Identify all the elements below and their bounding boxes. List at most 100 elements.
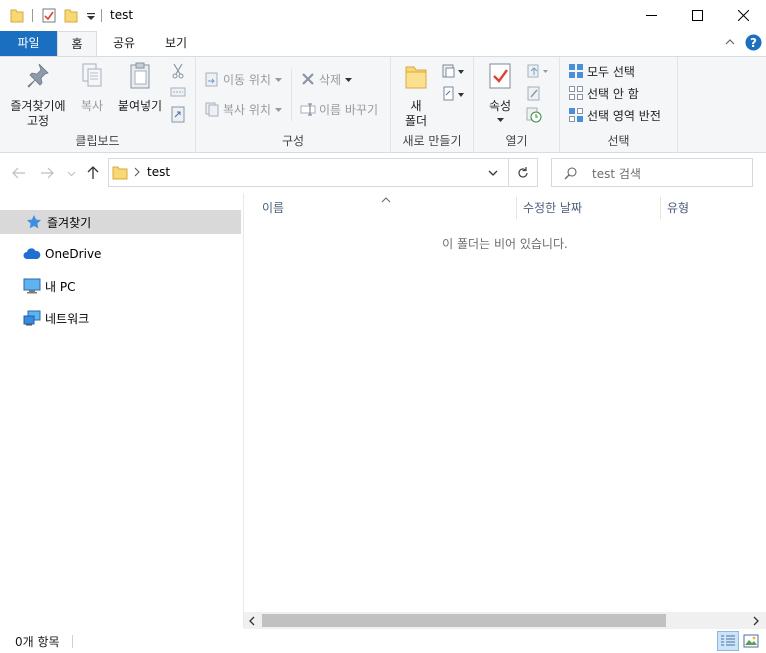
tab-view[interactable]: 보기 — [152, 31, 200, 56]
up-button[interactable] — [84, 163, 102, 183]
back-button[interactable] — [10, 163, 28, 183]
delete-button[interactable]: 삭제 — [300, 69, 356, 89]
folder-icon — [112, 164, 128, 183]
easy-access-icon[interactable] — [441, 85, 467, 106]
nav-item-label: OneDrive — [45, 247, 102, 261]
search-placeholder: test 검색 — [592, 167, 641, 181]
select-group-label: 선택 — [607, 134, 630, 148]
new-folder-icon[interactable] — [64, 7, 78, 23]
collapse-ribbon-icon[interactable] — [724, 36, 736, 51]
history-icon[interactable] — [526, 107, 542, 126]
horizontal-scrollbar[interactable] — [244, 612, 766, 629]
select-all-button[interactable]: 모두 선택 — [568, 61, 635, 81]
details-view-button[interactable] — [717, 631, 739, 651]
delete-label: 삭제 — [319, 72, 342, 87]
new-folder-button[interactable]: 새 폴더 — [399, 61, 433, 129]
breadcrumb-separator-icon[interactable] — [133, 166, 141, 180]
column-header-name[interactable]: 이름 — [262, 199, 284, 216]
maximize-icon — [691, 10, 703, 21]
edit-icon[interactable] — [526, 85, 542, 104]
select-all-icon — [569, 64, 583, 78]
copy-to-label: 복사 위치 — [223, 102, 271, 117]
address-row: test test 검색 — [0, 153, 766, 193]
ribbon-tabs: 파일 홈 공유 보기 ? — [0, 31, 766, 57]
monitor-icon — [22, 278, 42, 294]
move-to-button[interactable]: 이동 위치 — [204, 69, 286, 89]
chevron-down-icon — [345, 77, 353, 82]
open-icon[interactable] — [526, 63, 550, 82]
move-to-label: 이동 위치 — [223, 72, 271, 87]
organize-group-label: 구성 — [281, 134, 305, 148]
customize-dropdown-icon[interactable] — [84, 7, 98, 23]
properties-check-icon[interactable] — [42, 7, 56, 23]
nav-item-quick-access[interactable]: 즐겨찾기 — [0, 210, 241, 234]
properties-check-large-icon — [482, 61, 518, 95]
nav-item-label: 내 PC — [45, 279, 76, 294]
chevron-down-icon — [496, 118, 504, 122]
properties-button[interactable]: 속성 — [482, 61, 518, 124]
svg-text:?: ? — [750, 36, 757, 50]
tab-home[interactable]: 홈 — [57, 31, 97, 57]
copy-to-button[interactable]: 복사 위치 — [204, 99, 286, 119]
paste-shortcut-icon[interactable] — [170, 105, 186, 126]
nav-item-network[interactable]: 네트워크 — [0, 306, 241, 330]
large-icons-view-icon — [743, 634, 759, 648]
forward-button[interactable] — [38, 163, 56, 183]
open-group: 속성 열기 — [474, 57, 560, 153]
address-bar[interactable]: test — [108, 158, 509, 187]
scrollbar-thumb[interactable] — [262, 614, 666, 627]
file-list[interactable]: 이름 수정한 날짜 유형 이 폴더는 비어 있습니다. — [244, 193, 766, 613]
nav-item-onedrive[interactable]: OneDrive — [0, 242, 241, 266]
pin-to-quick-access-button[interactable]: 즐겨찾기에 고정 — [6, 61, 70, 129]
copy-button[interactable]: 복사 — [74, 61, 110, 114]
scroll-left-icon[interactable] — [248, 615, 256, 629]
network-icon — [22, 310, 42, 326]
empty-folder-message: 이 폴더는 비어 있습니다. — [442, 237, 568, 251]
recent-locations-button[interactable] — [64, 163, 78, 183]
paste-button[interactable]: 붙여넣기 — [114, 61, 166, 114]
new-group-label: 새로 만들기 — [402, 134, 462, 148]
copy-label: 복사 — [80, 99, 104, 113]
new-group: 새 폴더 새로 만들기 — [391, 57, 474, 153]
minimize-button[interactable] — [628, 0, 674, 31]
breadcrumb-item[interactable]: test — [147, 165, 170, 179]
select-none-button[interactable]: 선택 안 함 — [568, 83, 639, 103]
item-count: 0개 항목 — [15, 635, 60, 649]
organize-group: 이동 위치 복사 위치 삭제 이름 바꾸기 구성 — [196, 57, 391, 153]
cut-icon[interactable] — [170, 63, 186, 82]
title-bar: test — [0, 0, 766, 31]
invert-selection-button[interactable]: 선택 영역 반전 — [568, 105, 661, 125]
chevron-down-icon — [274, 77, 282, 82]
new-folder-large-icon — [399, 61, 433, 95]
rename-label: 이름 바꾸기 — [319, 102, 379, 117]
forward-arrow-icon — [41, 167, 54, 179]
clipboard-group: 즐겨찾기에 고정 복사 붙여넣기 클립보드 — [0, 57, 196, 153]
scroll-right-icon[interactable] — [752, 615, 760, 629]
rename-button[interactable]: 이름 바꾸기 — [300, 99, 378, 119]
help-icon[interactable]: ? — [745, 34, 762, 54]
chevron-down-icon — [274, 107, 282, 112]
address-dropdown-icon[interactable] — [487, 167, 499, 181]
refresh-button[interactable] — [509, 158, 538, 187]
close-button[interactable] — [720, 0, 766, 31]
refresh-icon — [518, 166, 528, 178]
search-box[interactable]: test 검색 — [551, 158, 753, 187]
nav-item-this-pc[interactable]: 내 PC — [0, 274, 241, 298]
open-group-label: 열기 — [505, 134, 528, 148]
details-view-icon — [721, 635, 735, 646]
tab-file[interactable]: 파일 — [0, 31, 57, 56]
large-icons-view-button[interactable] — [740, 631, 762, 651]
column-header-date-modified[interactable]: 수정한 날짜 — [523, 199, 582, 216]
copy-path-icon[interactable] — [170, 85, 186, 102]
copy-to-icon — [205, 102, 219, 117]
new-item-icon[interactable] — [441, 63, 467, 82]
tab-share[interactable]: 공유 — [102, 31, 146, 56]
column-header-type[interactable]: 유형 — [667, 199, 689, 216]
select-group: 모두 선택 선택 안 함 선택 영역 반전 선택 — [560, 57, 678, 153]
status-bar: 0개 항목 — [0, 629, 766, 653]
copy-icon — [74, 61, 110, 95]
select-none-label: 선택 안 함 — [587, 86, 639, 101]
pin-icon — [6, 61, 70, 95]
maximize-button[interactable] — [674, 0, 720, 31]
search-icon — [564, 166, 578, 183]
